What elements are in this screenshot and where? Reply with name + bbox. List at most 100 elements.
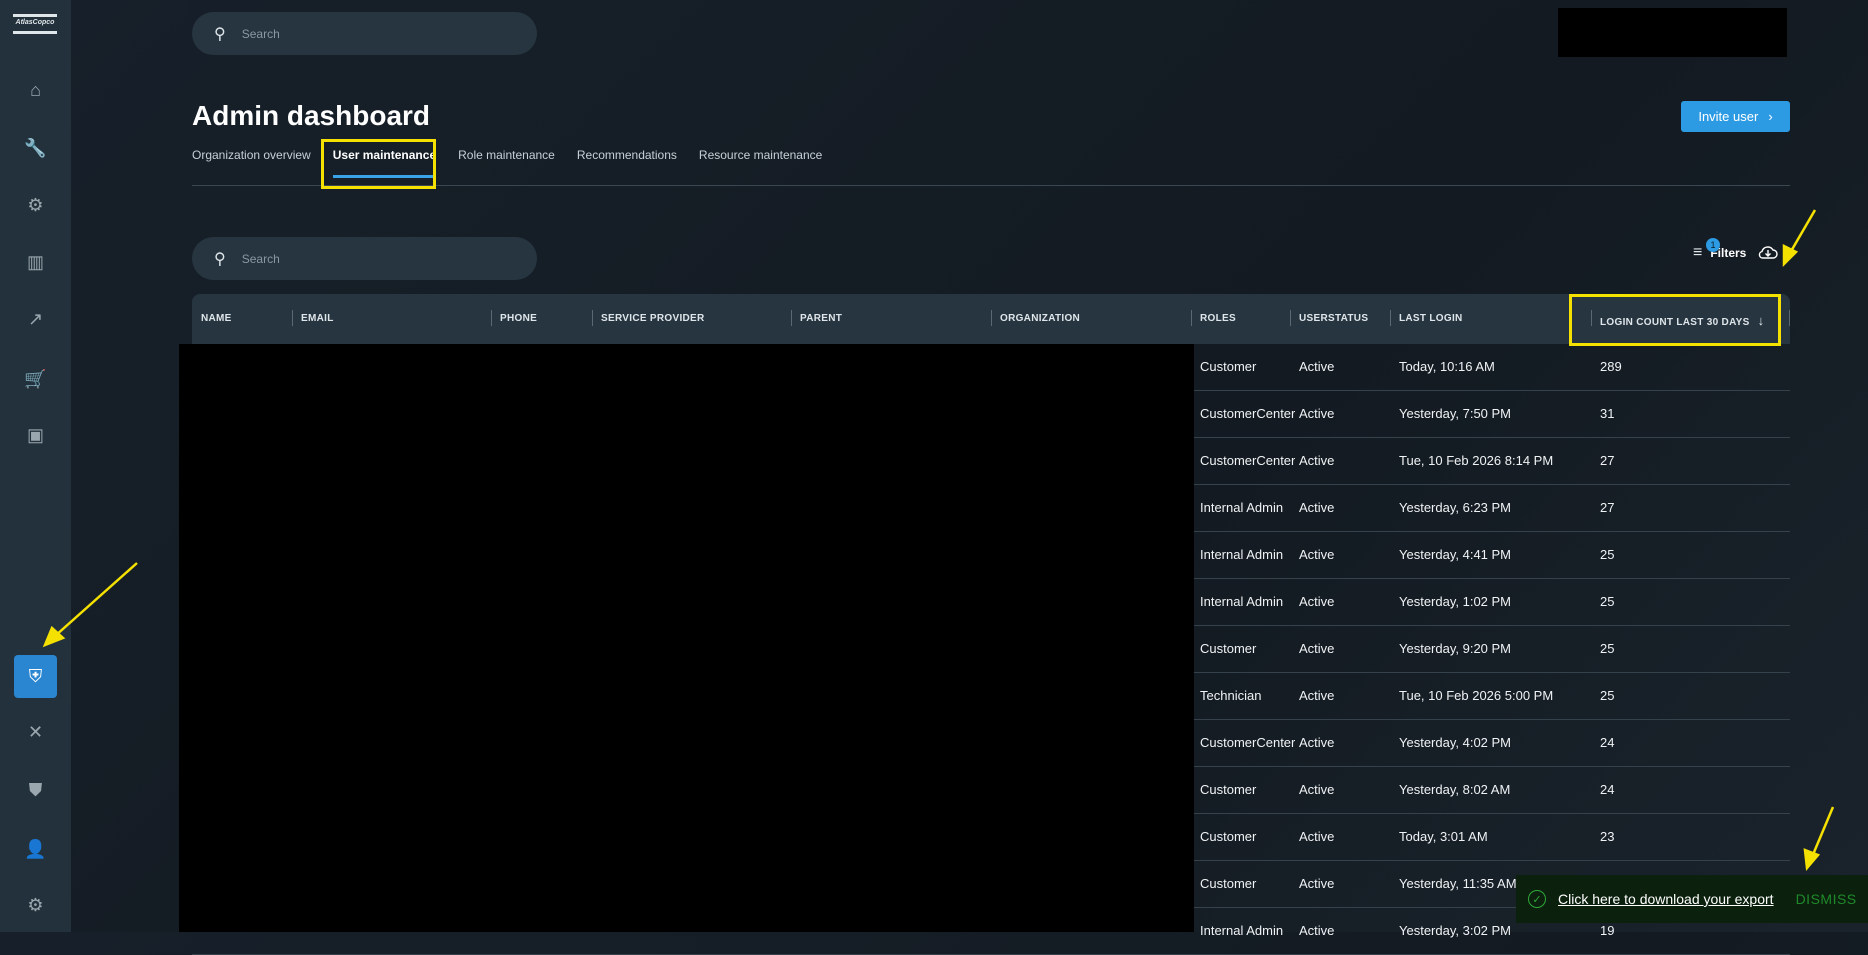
column-header-userstatus[interactable]: USERSTATUS [1299, 313, 1368, 324]
column-header-parent[interactable]: PARENT [800, 313, 842, 324]
tools-icon: ✕ [27, 722, 44, 742]
cell-role: CustomerCenter [1200, 453, 1295, 468]
global-search[interactable]: ⚲ [192, 12, 537, 55]
column-separator[interactable] [1290, 310, 1291, 326]
cell-role: Customer [1200, 641, 1257, 656]
column-separator[interactable] [1390, 310, 1391, 326]
cell-status: Active [1299, 359, 1335, 374]
cell-role: Internal Admin [1200, 923, 1284, 938]
cell-last-login: Today, 10:16 AM [1399, 359, 1495, 374]
column-header-organization[interactable]: ORGANIZATION [1000, 313, 1080, 324]
settings-icon: ⚙ [27, 895, 44, 915]
cell-status: Active [1299, 594, 1335, 609]
sort-descending-icon[interactable]: ↓ [1758, 313, 1765, 328]
tab-recommendations[interactable]: Recommendations [577, 148, 677, 178]
filter-count-badge: 1 [1706, 238, 1720, 252]
column-header-label: NAME [201, 313, 232, 324]
sidebar-item-home[interactable]: ⌂ [14, 69, 57, 112]
atlas-copco-logo: AtlasCopco [13, 14, 57, 34]
column-header-roles[interactable]: ROLES [1200, 313, 1236, 324]
column-header-label: PARENT [800, 313, 843, 324]
cell-last-login: Yesterday, 6:23 PM [1399, 500, 1512, 515]
service-icon: 🔧 [24, 138, 47, 158]
cell-last-login: Yesterday, 3:02 PM [1399, 923, 1512, 938]
sidebar-item-admin[interactable]: ⛨ [14, 655, 57, 698]
column-header-email[interactable]: EMAIL [301, 313, 334, 324]
cell-last-login: Yesterday, 1:02 PM [1399, 594, 1512, 609]
column-separator[interactable] [592, 310, 593, 326]
column-separator[interactable] [791, 310, 792, 326]
cell-status: Active [1299, 500, 1335, 515]
sidebar-item-add-user[interactable]: 👤 [14, 828, 57, 871]
sidebar-item-reports[interactable]: ▥ [14, 241, 57, 284]
column-header-label: EMAIL [301, 313, 334, 324]
cell-last-login: Yesterday, 4:41 PM [1399, 547, 1512, 562]
sidebar-item-settings[interactable]: ⚙ [14, 884, 57, 927]
column-header-name[interactable]: NAME [201, 313, 232, 324]
column-header-phone[interactable]: PHONE [500, 313, 537, 324]
column-header-login-count-last-30-days[interactable]: LOGIN COUNT LAST 30 DAYS ↓ [1600, 313, 1764, 328]
cell-count: 27 [1600, 453, 1615, 468]
cell-status: Active [1299, 876, 1335, 891]
sidebar-item-feedback[interactable]: ▣ [14, 414, 57, 457]
check-circle-icon: ✓ [1528, 890, 1546, 908]
cell-count: 27 [1600, 500, 1615, 515]
search-icon: ⚲ [214, 250, 226, 268]
column-separator[interactable] [991, 310, 992, 326]
sidebar-item-shop[interactable]: 🛒 [14, 358, 57, 401]
cell-count: 25 [1600, 688, 1615, 703]
tab-resource-maintenance[interactable]: Resource maintenance [699, 148, 822, 178]
cell-count: 19 [1600, 923, 1615, 938]
robot-icon: ⚙ [27, 195, 44, 215]
column-separator[interactable] [1591, 310, 1592, 326]
cell-count: 24 [1600, 782, 1615, 797]
redacted-user-details [179, 344, 1194, 932]
tab-user-maintenance[interactable]: User maintenance [332, 148, 437, 178]
cell-last-login: Yesterday, 9:20 PM [1399, 641, 1512, 656]
filter-icon: ≡ 1 [1693, 238, 1720, 262]
filters-button[interactable]: ≡ 1 Filters [1693, 238, 1779, 262]
column-header-service-provider[interactable]: SERVICE PROVIDER [601, 313, 705, 324]
cell-role: Customer [1200, 359, 1257, 374]
cell-last-login: Yesterday, 4:02 PM [1399, 735, 1512, 750]
cell-role: Customer [1200, 876, 1257, 891]
cloud-download-icon[interactable] [1758, 245, 1779, 261]
column-separator[interactable] [292, 310, 293, 326]
column-header-label: USERSTATUS [1299, 313, 1369, 324]
cell-status: Active [1299, 829, 1335, 844]
column-header-last-login[interactable]: LAST LOGIN [1399, 313, 1463, 324]
cell-role: Internal Admin [1200, 500, 1284, 515]
sidebar-item-service[interactable]: 🔧 [14, 127, 57, 170]
cell-last-login: Tue, 10 Feb 2026 8:14 PM [1399, 453, 1554, 468]
invite-user-button[interactable]: Invite user › [1681, 101, 1790, 132]
tab-organization-overview[interactable]: Organization overview [192, 148, 311, 178]
sidebar-item-trends[interactable]: ↗ [14, 298, 57, 341]
sidebar-item-security[interactable]: ⛊ [14, 769, 57, 812]
tab-bar: Organization overview User maintenance Rol… [192, 148, 822, 178]
column-separator[interactable] [1191, 310, 1192, 326]
user-search-input[interactable] [241, 251, 502, 266]
sidebar: AtlasCopco ⌂ 🔧 ⚙ ▥ ↗ 🛒 ▣ ⛨ ✕ ⛊ 👤 ⚙ [0, 0, 71, 932]
tab-role-maintenance[interactable]: Role maintenance [458, 148, 555, 178]
cell-role: Customer [1200, 829, 1257, 844]
cell-status: Active [1299, 641, 1335, 656]
download-export-link[interactable]: Click here to download your export [1558, 891, 1774, 907]
table-header: NAME EMAIL PHONE SERVICE PROVIDER PARENT ORGA… [192, 294, 1790, 344]
cell-status: Active [1299, 782, 1335, 797]
cell-last-login: Yesterday, 7:50 PM [1399, 406, 1512, 421]
column-header-label: LOGIN COUNT LAST 30 DAYS [1600, 317, 1750, 328]
user-search[interactable]: ⚲ [192, 237, 537, 280]
cell-role: Technician [1200, 688, 1262, 703]
search-icon: ⚲ [214, 25, 226, 43]
column-separator[interactable] [491, 310, 492, 326]
sidebar-item-robot[interactable]: ⚙ [14, 184, 57, 227]
dismiss-button[interactable]: DISMISS [1796, 891, 1857, 907]
chevron-right-icon: › [1768, 109, 1773, 124]
export-toast: ✓ Click here to download your export DIS… [1516, 875, 1868, 923]
cell-status: Active [1299, 406, 1335, 421]
tabs-divider [192, 185, 1790, 186]
global-search-input[interactable] [241, 26, 502, 41]
sidebar-item-tools[interactable]: ✕ [14, 711, 57, 754]
column-header-label: LAST LOGIN [1399, 313, 1463, 324]
cell-count: 25 [1600, 547, 1615, 562]
